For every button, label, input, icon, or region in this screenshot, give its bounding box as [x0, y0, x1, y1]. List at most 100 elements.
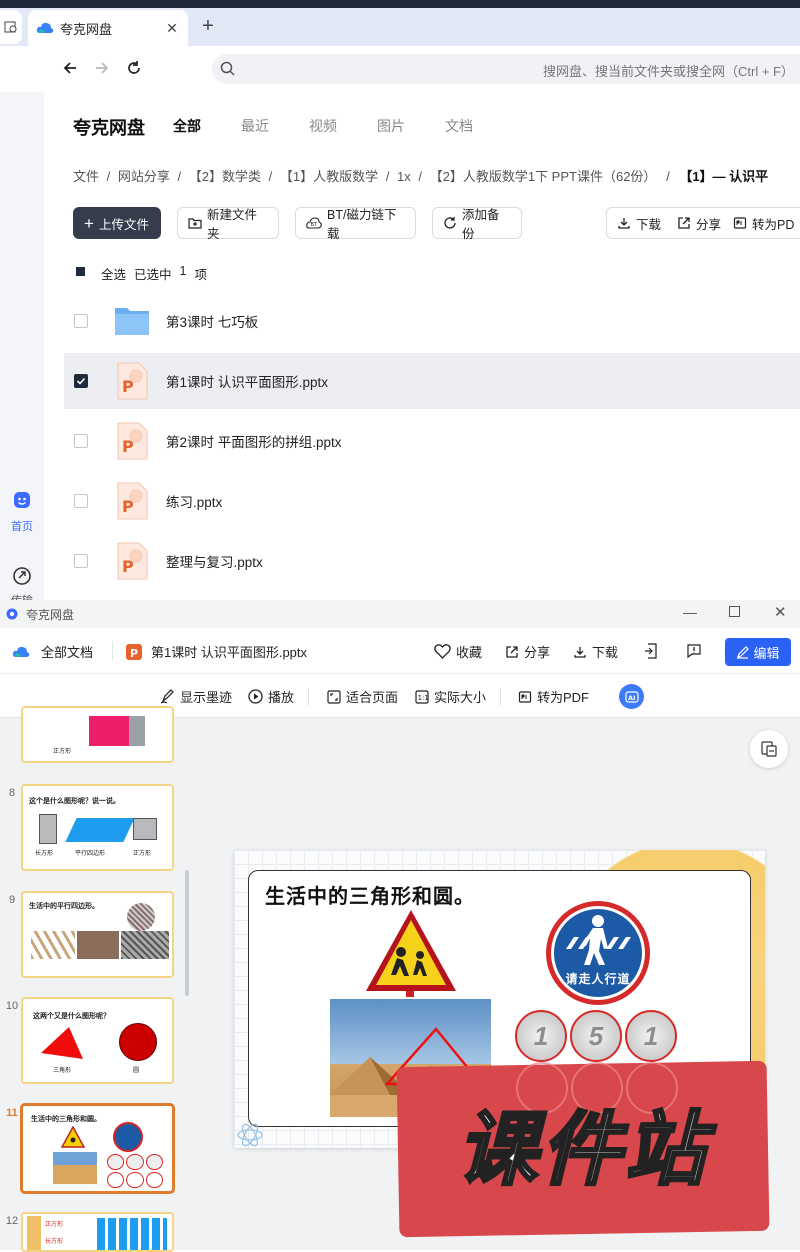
sidebar-home-label: 首页	[11, 521, 33, 533]
svg-text:1:1: 1:1	[418, 694, 429, 702]
file-name: 第3课时 七巧板	[166, 315, 259, 330]
breadcrumb-item[interactable]: 【1】人教版数学	[280, 169, 378, 184]
viewer-download-button[interactable]: 下载	[573, 642, 618, 661]
circle-shape	[119, 1023, 157, 1061]
breadcrumb-item[interactable]: 【2】人教版数学1下 PPT课件（62份）	[430, 169, 657, 184]
new-tab-icon[interactable]: +	[198, 14, 218, 38]
play-button[interactable]: 播放	[248, 687, 294, 706]
tab-recent[interactable]: 最近	[241, 116, 269, 136]
actual-size-button[interactable]: 1:1 实际大小	[415, 687, 486, 706]
thumb-label: 正方形	[133, 850, 152, 857]
app-logo-icon	[6, 608, 18, 620]
lattice-photo	[31, 931, 75, 959]
upload-button[interactable]: + 上传文件	[73, 207, 161, 239]
select-all-checkbox[interactable]	[73, 264, 87, 278]
thumb-title: 这两个又是什么图形呢？	[33, 1011, 110, 1020]
fit-page-button[interactable]: 适合页面	[327, 687, 398, 706]
minimize-icon[interactable]: —	[683, 604, 697, 620]
tiles-photo	[77, 931, 119, 959]
row-checkbox[interactable]	[74, 494, 88, 508]
thumb-label: 长方形	[35, 850, 54, 857]
download-action[interactable]: 下载	[607, 214, 671, 233]
edit-button[interactable]: 编辑	[725, 638, 791, 666]
actual-size-label: 实际大小	[434, 690, 487, 705]
breadcrumb-separator: /	[177, 169, 182, 184]
shapes-pattern	[97, 1218, 167, 1250]
thumbnail-slide-11[interactable]: 生活中的三角形和圆。	[21, 1104, 174, 1193]
close-tab-icon[interactable]: ✕	[164, 20, 180, 36]
breadcrumb-item[interactable]: 文件	[73, 169, 99, 184]
play-label: 播放	[268, 690, 295, 705]
forward-icon[interactable]	[90, 56, 114, 80]
rectangle-shape	[39, 814, 57, 844]
row-checkbox[interactable]	[74, 374, 88, 388]
row-checkbox[interactable]	[74, 554, 88, 568]
new-folder-button[interactable]: 新建文件夹	[177, 207, 279, 241]
row-checkbox[interactable]	[74, 434, 88, 448]
viewer-share-button[interactable]: 分享	[505, 642, 550, 661]
new-folder-icon	[188, 217, 202, 229]
pdf-icon	[733, 216, 747, 230]
convert-icon[interactable]	[750, 730, 788, 768]
play-icon	[248, 689, 263, 704]
maximize-icon[interactable]	[729, 606, 740, 617]
tab-video[interactable]: 视频	[309, 116, 337, 136]
feedback-icon[interactable]	[686, 643, 702, 659]
back-icon[interactable]	[58, 56, 82, 80]
viewer-to-pdf-button[interactable]: 转为PDF	[518, 687, 589, 706]
file-name: 第2课时 平面图形的拼组.pptx	[166, 435, 342, 450]
thumbnail-slide-9[interactable]: 生活中的平行四边形。	[21, 891, 174, 978]
select-all-label[interactable]: 全选	[101, 264, 126, 283]
breadcrumb-item[interactable]: 【2】数学类	[189, 169, 261, 184]
favorite-label: 收藏	[456, 645, 483, 660]
breadcrumb-separator: /	[268, 169, 273, 184]
pencil-icon	[736, 645, 750, 659]
sidebar-item-transfer[interactable]: 传输	[0, 566, 44, 600]
previous-tab-icon[interactable]	[0, 10, 22, 44]
coins-row: 1 5 1	[515, 1010, 680, 1064]
new-folder-label: 新建文件夹	[207, 208, 258, 241]
selected-unit: 项	[194, 268, 207, 282]
tab-image[interactable]: 图片	[377, 116, 405, 136]
thumbnail-slide-10[interactable]: 这两个又是什么图形呢？ 三角形 圆	[21, 997, 174, 1084]
share-action[interactable]: 分享	[671, 214, 727, 233]
drive-logo-text: 夸克网盘	[73, 118, 145, 138]
viewer-toolbar: 全部文档 P 第1课时 认识平面图形.pptx 收藏 分享 下载 编辑	[0, 628, 800, 674]
bt-download-button[interactable]: BT BT/磁力链下载	[295, 207, 416, 241]
close-window-icon[interactable]: ✕	[774, 603, 787, 621]
add-backup-button[interactable]: 添加备份	[432, 207, 522, 241]
thumbnail-slide-8[interactable]: 这个是什么图形呢？说一说。 长方形 平行四边形 正方形	[21, 784, 174, 871]
coin: 1	[625, 1010, 677, 1062]
thumbnail-scrollbar[interactable]	[185, 870, 189, 996]
thumbnail-number: 8	[8, 787, 16, 799]
thumbnail-slide-7[interactable]: 正方形	[21, 706, 174, 763]
to-pdf-action[interactable]: 转为PD	[727, 214, 800, 233]
show-ink-button[interactable]: 显示墨迹	[160, 687, 232, 706]
row-checkbox[interactable]	[74, 314, 88, 328]
thumb-label: 长方形	[45, 1238, 64, 1245]
coin: 1	[515, 1010, 567, 1062]
address-bar[interactable]: 搜网盘、搜当前文件夹或搜全网（Ctrl + F）	[212, 54, 800, 84]
tab-all[interactable]: 全部	[173, 116, 201, 136]
sidebar-item-home[interactable]: 首页	[0, 490, 44, 534]
file-row[interactable]: 第3课时 七巧板	[64, 293, 800, 349]
breadcrumb-separator: /	[385, 169, 390, 184]
thumbnail-number: 9	[8, 894, 16, 906]
breadcrumb-item[interactable]: 网站分享	[118, 169, 170, 184]
all-docs-button[interactable]: 全部文档	[12, 642, 93, 661]
file-row[interactable]: P 整理与复习.pptx	[64, 533, 800, 589]
bt-download-label: BT/磁力链下载	[327, 208, 397, 241]
file-row[interactable]: P 练习.pptx	[64, 473, 800, 529]
atom-decoration-icon	[236, 1122, 264, 1148]
reload-icon[interactable]	[122, 56, 146, 80]
file-row[interactable]: P 第1课时 认识平面图形.pptx	[64, 353, 800, 409]
favorite-button[interactable]: 收藏	[434, 642, 482, 661]
ai-assistant-icon[interactable]: AI	[619, 684, 644, 709]
thumbnail-slide-12[interactable]: 正方形 长方形	[21, 1212, 174, 1252]
tab-document[interactable]: 文档	[445, 116, 473, 136]
check-icon	[76, 377, 86, 385]
file-row[interactable]: P 第2课时 平面图形的拼组.pptx	[64, 413, 800, 469]
open-external-icon[interactable]	[644, 643, 658, 659]
tab-quark[interactable]: 夸克网盘 ✕	[28, 10, 188, 46]
breadcrumb-item[interactable]: 1x	[397, 169, 411, 184]
